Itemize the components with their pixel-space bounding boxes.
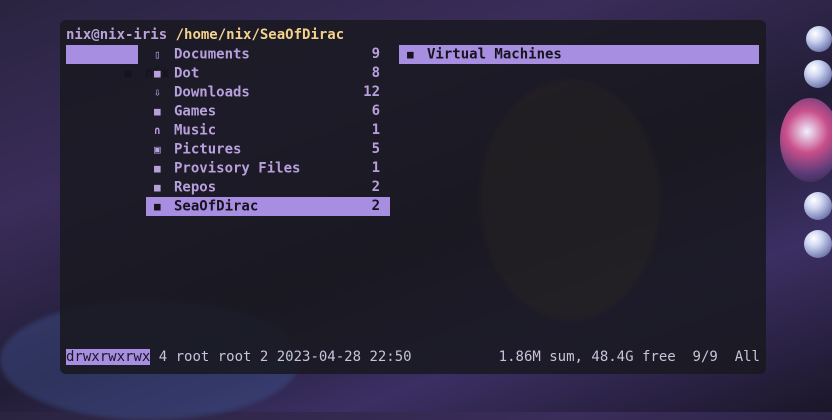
folder-icon: ■ <box>154 200 161 213</box>
item-count: 2 <box>371 198 380 214</box>
preview-item-virtual-machines[interactable]: ■ Virtual Machines <box>399 45 759 64</box>
folder-icon: ■ <box>407 48 414 61</box>
position-indicator: 9/9 <box>692 349 718 365</box>
main-column: ▯ Documents 9 ■ Dot 8 ⇩ Downloads 12 ■ Games 6 ∩… <box>146 45 390 216</box>
parent-item-nix[interactable]: ■ nix <box>66 45 170 82</box>
list-item-seaofdirac[interactable]: ■ SeaOfDirac 2 <box>146 197 390 216</box>
status-right: 1.86M sum, 48.4G free 9/9 All <box>499 348 760 366</box>
item-count: 5 <box>371 141 380 157</box>
preview-column: ■ Virtual Machines <box>399 45 759 64</box>
list-item-label: Provisory Files <box>174 160 301 177</box>
folder-icon: ■ <box>154 105 161 118</box>
wallpaper-orb <box>806 26 832 52</box>
item-count: 1 <box>371 122 380 138</box>
list-item-label: Documents <box>174 46 250 63</box>
list-item-label: SeaOfDirac <box>174 198 259 215</box>
item-count: 9 <box>371 46 380 62</box>
item-count: 12 <box>363 84 380 100</box>
item-count: 1 <box>371 160 380 176</box>
folder-icon: ■ <box>124 67 132 80</box>
list-item-label: Pictures <box>174 141 242 158</box>
path-bar: nix@nix-iris /home/nix/SeaOfDirac <box>66 26 344 44</box>
list-item-label: Dot <box>174 65 200 82</box>
download-icon: ⇩ <box>154 86 161 99</box>
list-item-music[interactable]: ∩ Music 1 <box>146 121 390 140</box>
headphones-icon: ∩ <box>154 124 161 137</box>
permissions: drwxrwxrwx <box>66 349 151 365</box>
list-item-label: Games <box>174 103 217 120</box>
current-path: /home/nix/SeaOfDirac <box>175 27 345 43</box>
list-item-label: Repos <box>174 179 217 196</box>
item-count: 8 <box>371 65 380 81</box>
document-icon: ▯ <box>154 48 161 61</box>
wallpaper-orb <box>780 98 832 182</box>
terminal-window[interactable]: nix@nix-iris /home/nix/SeaOfDirac ■ nix ▯… <box>60 20 766 374</box>
wallpaper-orb <box>804 230 832 258</box>
file-info: 4 root root 2 2023-04-28 22:50 <box>150 349 412 365</box>
folder-icon: ■ <box>154 67 161 80</box>
user-host: nix@nix-iris <box>66 27 168 43</box>
list-item-dot[interactable]: ■ Dot 8 <box>146 64 390 83</box>
list-item-downloads[interactable]: ⇩ Downloads 12 <box>146 83 390 102</box>
status-bar: drwxrwxrwx 4 root root 2 2023-04-28 22:5… <box>66 348 760 366</box>
item-count: 6 <box>371 103 380 119</box>
scroll-indicator: All <box>734 349 760 365</box>
list-item-pictures[interactable]: ▣ Pictures 5 <box>146 140 390 159</box>
wallpaper-orb <box>804 60 832 88</box>
list-item-label: Downloads <box>174 84 250 101</box>
disk-usage: 1.86M sum, 48.4G free <box>498 349 676 365</box>
item-count: 2 <box>371 179 380 195</box>
list-item-games[interactable]: ■ Games 6 <box>146 102 390 121</box>
folder-icon: ■ <box>154 181 161 194</box>
list-item-documents[interactable]: ▯ Documents 9 <box>146 45 390 64</box>
parent-column: ■ nix <box>66 45 170 82</box>
list-item-repos[interactable]: ■ Repos 2 <box>146 178 390 197</box>
folder-icon: ■ <box>154 162 161 175</box>
list-item-label: Music <box>174 122 217 139</box>
wallpaper-orb <box>804 192 832 220</box>
image-icon: ▣ <box>154 143 161 156</box>
list-item-label: Virtual Machines <box>427 46 562 63</box>
list-item-provisory-files[interactable]: ■ Provisory Files 1 <box>146 159 390 178</box>
